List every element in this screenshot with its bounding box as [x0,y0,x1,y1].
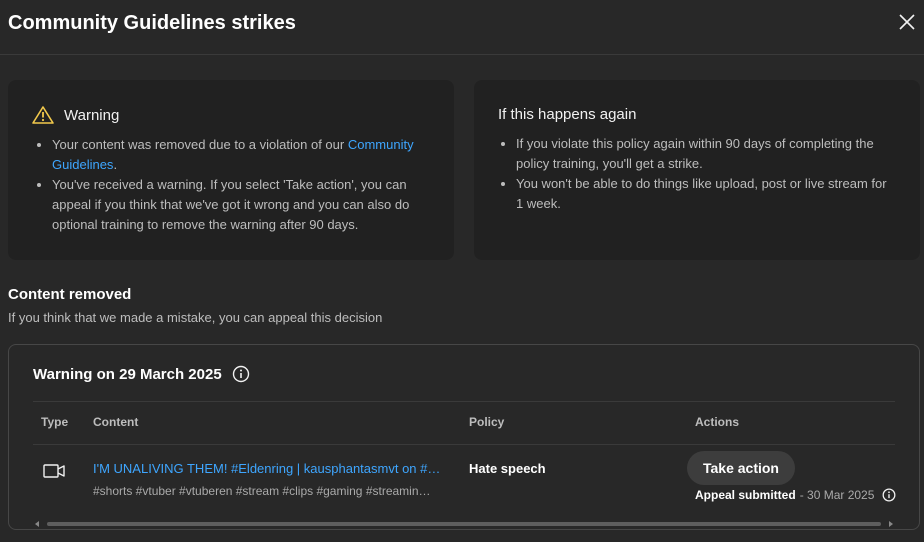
content-tags: #shorts #vtuber #vtuberen #stream #clips… [93,484,431,498]
column-content: Content [93,415,139,429]
scroll-left-icon[interactable] [35,521,39,527]
strike-panel: Warning on 29 March 2025 Type Content Po… [8,344,920,530]
table-header: Type Content Policy Actions [33,401,895,445]
strike-panel-title: Warning on 29 March 2025 [33,365,222,383]
dialog-header: Community Guidelines strikes [0,0,924,55]
video-icon [43,463,65,479]
warning-card: Warning Your content was removed due to … [8,80,454,260]
repeat-bullets: If you violate this policy again within … [496,134,896,214]
appeal-info-icon[interactable] [882,488,896,502]
appeal-status-label: Appeal submitted [695,488,796,502]
column-actions: Actions [695,415,740,429]
warning-icon [32,106,54,124]
close-icon[interactable] [896,11,918,33]
policy-label: Hate speech [469,461,546,476]
warning-bullet: You've received a warning. If you select… [52,175,432,235]
appeal-date: - 30 Mar 2025 [799,488,875,502]
column-type: Type [41,415,69,429]
repeat-bullet: You won't be able to do things like uplo… [516,174,896,214]
repeat-bullet: If you violate this policy again within … [516,134,896,174]
warning-card-title: Warning [64,106,120,124]
dialog-title: Community Guidelines strikes [8,12,296,34]
warning-bullets: Your content was removed due to a violat… [32,135,432,235]
horizontal-scrollbar[interactable] [33,519,895,527]
take-action-button[interactable]: Take action [687,451,795,485]
table-row: I'M UNALIVING THEM! #Eldenring | kauspha… [33,443,896,513]
content-removed-subtitle: If you think that we made a mistake, you… [8,310,383,325]
repeat-card-title: If this happens again [498,106,637,123]
column-policy: Policy [469,415,505,429]
appeal-status: Appeal submitted - 30 Mar 2025 [695,488,896,502]
content-title-link[interactable]: I'M UNALIVING THEM! #Eldenring | kauspha… [93,461,443,476]
scrollbar-thumb[interactable] [47,522,881,526]
scroll-right-icon[interactable] [889,521,893,527]
info-icon[interactable] [232,365,250,383]
warning-bullet: Your content was removed due to a violat… [52,135,432,175]
content-removed-title: Content removed [8,286,132,303]
repeat-card: If this happens again If you violate thi… [474,80,920,260]
